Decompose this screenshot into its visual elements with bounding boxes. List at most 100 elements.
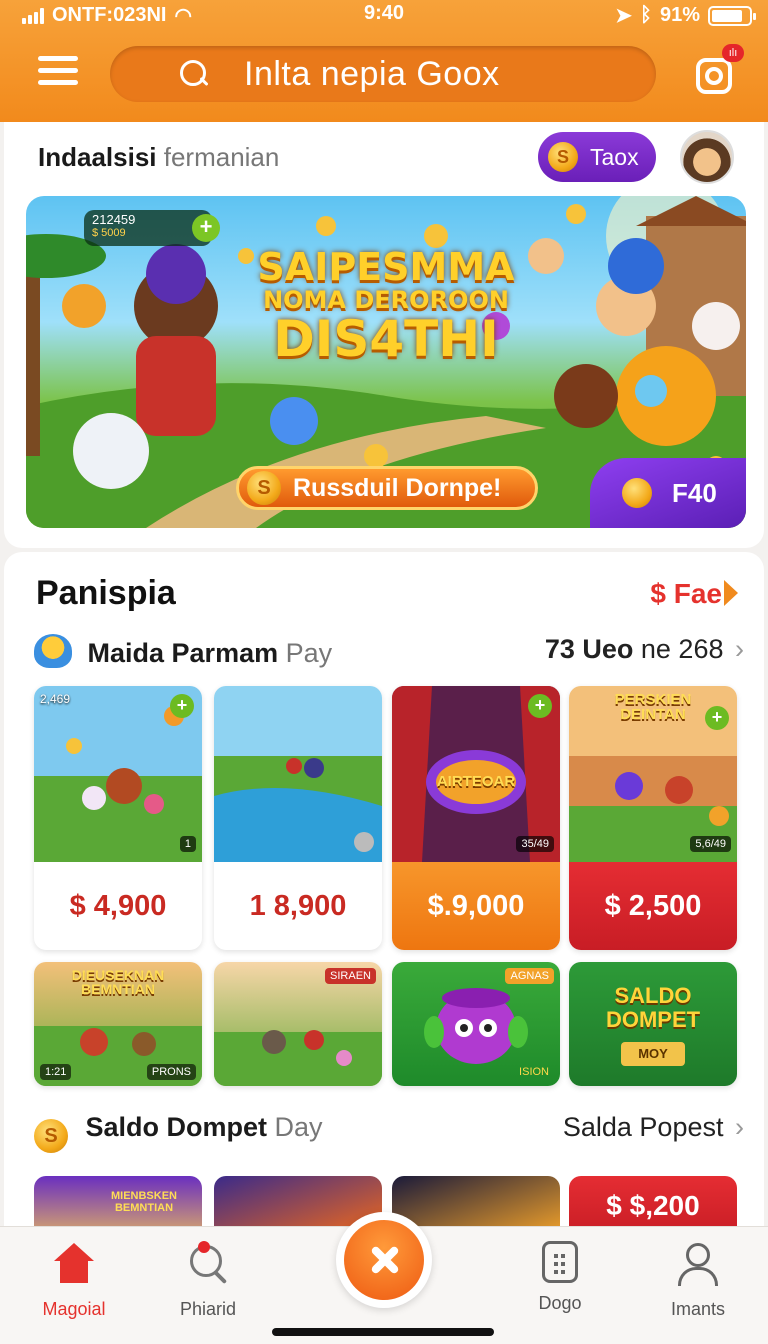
- row1-title-bold: Maida Parmam: [87, 638, 279, 668]
- game-tag: AGNAS: [505, 968, 554, 984]
- coin-icon: S: [548, 142, 578, 172]
- product-overlay-text: 2,469: [40, 692, 71, 706]
- coin-balance-button[interactable]: S Taox: [538, 132, 656, 182]
- chevron-right-icon: ›: [735, 1112, 744, 1142]
- product-card[interactable]: 2,469 + 1 $ 4,900: [34, 686, 202, 950]
- notification-badge: ılı: [722, 44, 744, 62]
- banner-cta-label: Russduil Dornpe!: [293, 473, 502, 502]
- add-icon[interactable]: +: [170, 694, 194, 718]
- nav-search-label: Phiarid: [179, 1299, 237, 1319]
- product-card[interactable]: AIRTEOAR + 35/49 $.9,000: [392, 686, 560, 950]
- product-sign: PERSKIEN DEINTAN: [614, 691, 692, 723]
- center-action-button[interactable]: [336, 1212, 432, 1308]
- saldo-dompet-tile[interactable]: SALDO DOMPET MOY: [569, 962, 737, 1086]
- add-icon[interactable]: +: [528, 694, 552, 718]
- product-card[interactable]: 1 8,900: [214, 686, 382, 950]
- status-bar: ONTF:023NI ◠ 9:40 ➤ ᛒ 91%: [0, 0, 768, 32]
- chevron-right-icon: ›: [735, 634, 744, 664]
- row1-title-light: Pay: [285, 638, 333, 668]
- search-input[interactable]: Inlta nepia Goox: [110, 46, 656, 102]
- add-icon[interactable]: +: [192, 214, 220, 242]
- location-pin-icon: [198, 1241, 210, 1253]
- list-icon: [542, 1241, 578, 1283]
- game-sign: MIENBSKEN BEMNTIAN: [110, 1190, 177, 1214]
- top-card: Indaalsisi fermanian S Taox 212459 $ 500…: [4, 122, 764, 548]
- add-icon[interactable]: +: [705, 706, 729, 730]
- product-price: $ 4,900: [69, 889, 167, 922]
- nav-orders-label: Dogo: [538, 1293, 582, 1313]
- battery-icon: [708, 5, 756, 26]
- product-thumbnail: [214, 686, 382, 862]
- see-all-label: $ Fae: [650, 578, 722, 609]
- app-header: ONTF:023NI ◠ 9:40 ➤ ᛒ 91% Inlta nepia Go…: [0, 0, 768, 122]
- home-indicator: [272, 1328, 494, 1336]
- game-tag: ISION: [519, 1066, 549, 1078]
- nav-search[interactable]: Phiarid: [148, 1241, 268, 1320]
- camera-scan-button[interactable]: ılı: [694, 44, 744, 98]
- row2-title-bold: Saldo Dompet: [85, 1112, 268, 1142]
- saldo-title-line2: DOMPET: [605, 1007, 701, 1033]
- row1-link[interactable]: 73 Ueo ne 268 ›: [545, 634, 744, 665]
- product-price: $ 2,500: [569, 862, 737, 950]
- coin-balance-label: Taox: [590, 143, 639, 170]
- row-header-2: S Saldo Dompet Day Salda Popest ›: [34, 1112, 744, 1153]
- close-icon: [344, 1220, 424, 1300]
- game-tile[interactable]: SIRAEN: [214, 962, 382, 1086]
- greeting-bold: Indaalsisi: [38, 142, 157, 172]
- banner-headline: SAIPESMMA NOMA DEROROON DIS4THI: [236, 245, 536, 369]
- banner-headline-line1: SAIPESMMA: [257, 245, 515, 289]
- row1-link-bold: 73 Ueo: [544, 634, 634, 664]
- arrow-right-icon: [724, 580, 738, 606]
- avatar[interactable]: [680, 130, 734, 184]
- banner-score: 212459 $ 5009 +: [84, 210, 220, 246]
- banner-headline-line3: DIS4THI: [273, 310, 499, 369]
- row2-link[interactable]: Salda Popest ›: [563, 1112, 744, 1143]
- row2-title-light: Day: [274, 1112, 323, 1142]
- camera-lens-icon: [705, 67, 723, 85]
- product-price: $.9,000: [392, 862, 560, 950]
- product-price: 1 8,900: [249, 889, 347, 922]
- bluetooth-icon: ᛒ: [639, 4, 652, 26]
- search-icon: [184, 1241, 232, 1289]
- location-icon: ➤: [615, 5, 632, 27]
- game-tag: 1:21: [40, 1064, 72, 1080]
- genie-icon: [34, 634, 72, 668]
- product-tag: 5,6/49: [690, 836, 731, 852]
- nav-orders[interactable]: Dogo: [500, 1241, 620, 1314]
- battery-percent: 91%: [659, 4, 700, 26]
- search-placeholder: Inlta nepia Goox: [244, 54, 500, 93]
- flame-coin-icon: [622, 478, 652, 508]
- game-tile[interactable]: DIEUSEKNAN BEMNTIAN 1:21 PRONS: [34, 962, 202, 1086]
- saldo-button[interactable]: MOY: [621, 1042, 685, 1066]
- home-icon: [50, 1241, 98, 1289]
- hamburger-menu-icon[interactable]: [38, 56, 78, 90]
- search-icon: [180, 60, 208, 88]
- section-title: Panispia: [36, 574, 176, 612]
- status-right: ➤ ᛒ 91%: [615, 3, 756, 28]
- row2-link-light: Salda Popest: [562, 1112, 724, 1142]
- products-card: Panispia $ Fae Maida Parmam Pay 73 Ueo n…: [4, 552, 764, 1236]
- greeting: Indaalsisi fermanian: [38, 142, 279, 173]
- greeting-light: fermanian: [163, 142, 280, 172]
- game-tag: PRONS: [146, 1064, 196, 1080]
- game-sign: DIEUSEKNAN BEMNTIAN: [71, 967, 165, 997]
- banner-corner-badge: F40: [590, 458, 746, 528]
- coin-icon: S: [247, 471, 281, 505]
- promo-banner[interactable]: 212459 $ 5009 + SAIPESMMA NOMA DEROROON …: [26, 196, 746, 528]
- saldo-title-line1: SALDO: [614, 983, 692, 1008]
- game-tile[interactable]: AGNAS ISION: [392, 962, 560, 1086]
- nav-home[interactable]: Magoial: [14, 1241, 134, 1320]
- product-tag: 35/49: [516, 836, 554, 852]
- saldo-title: SALDO DOMPET: [569, 983, 737, 1033]
- row1-link-light: ne 268: [640, 634, 724, 664]
- game-tag: SIRAEN: [325, 968, 376, 984]
- see-all-link[interactable]: $ Fae: [650, 578, 738, 610]
- user-icon: [674, 1241, 722, 1289]
- coin-icon: S: [34, 1119, 68, 1153]
- nav-account[interactable]: Imants: [638, 1241, 758, 1320]
- product-tag: 1: [179, 836, 196, 852]
- banner-cta-button[interactable]: S Russduil Dornpe!: [236, 466, 538, 510]
- banner-corner-value: F40: [672, 477, 717, 508]
- nav-home-label: Magoial: [42, 1299, 106, 1319]
- product-card[interactable]: PERSKIEN DEINTAN + 5,6/49 $ 2,500: [569, 686, 737, 950]
